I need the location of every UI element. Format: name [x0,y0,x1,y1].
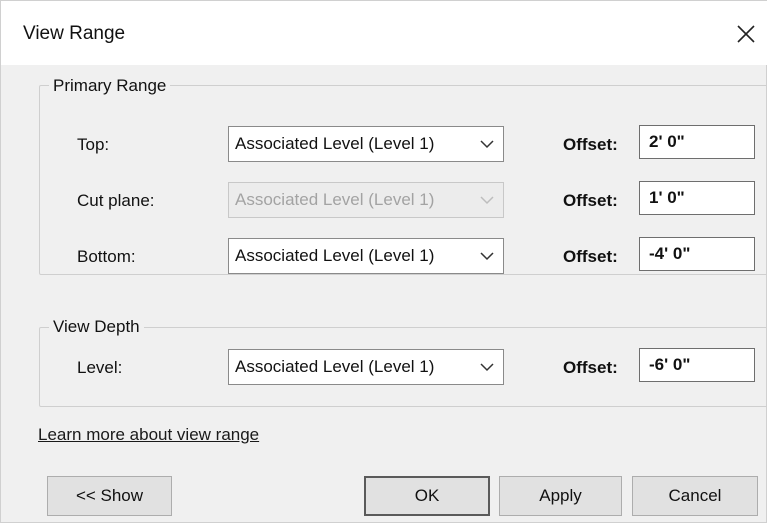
level-label: Level: [77,358,123,377]
top-label: Top: [77,135,110,154]
top-offset-label: Offset: [563,135,618,154]
chevron-down-icon [480,196,494,205]
bottom-offset-input[interactable]: -4' 0" [639,237,755,271]
cut-plane-level-select-value: Associated Level (Level 1) [235,190,435,209]
cancel-button[interactable]: Cancel [632,476,758,516]
show-button[interactable]: << Show [47,476,172,516]
bottom-label: Bottom: [77,247,136,266]
view-depth-offset-label: Offset: [563,358,618,377]
top-level-select-value: Associated Level (Level 1) [235,134,435,153]
cut-plane-offset-input[interactable]: 1' 0" [639,181,755,215]
bottom-offset-label: Offset: [563,247,618,266]
view-depth-level-select[interactable]: Associated Level (Level 1) [228,349,504,385]
primary-range-legend: Primary Range [49,76,171,96]
bottom-level-select-value: Associated Level (Level 1) [235,246,435,265]
view-depth-legend: View Depth [49,317,144,337]
cut-plane-offset-label: Offset: [563,191,618,210]
view-range-dialog: View Range Primary Range Top: Associated… [0,0,767,523]
cut-plane-label: Cut plane: [77,191,155,210]
chevron-down-icon [480,252,494,261]
view-depth-offset-input[interactable]: -6' 0" [639,348,755,382]
cut-plane-level-select: Associated Level (Level 1) [228,182,504,218]
top-level-select[interactable]: Associated Level (Level 1) [228,126,504,162]
bottom-level-select[interactable]: Associated Level (Level 1) [228,238,504,274]
title-bar: View Range [1,1,767,65]
close-button[interactable] [729,17,763,51]
dialog-title: View Range [23,23,126,44]
ok-button[interactable]: OK [364,476,490,516]
apply-button[interactable]: Apply [499,476,622,516]
chevron-down-icon [480,363,494,372]
view-depth-level-select-value: Associated Level (Level 1) [235,357,435,376]
close-icon [737,25,755,43]
top-offset-input[interactable]: 2' 0" [639,125,755,159]
learn-more-link[interactable]: Learn more about view range [38,425,259,445]
chevron-down-icon [480,140,494,149]
